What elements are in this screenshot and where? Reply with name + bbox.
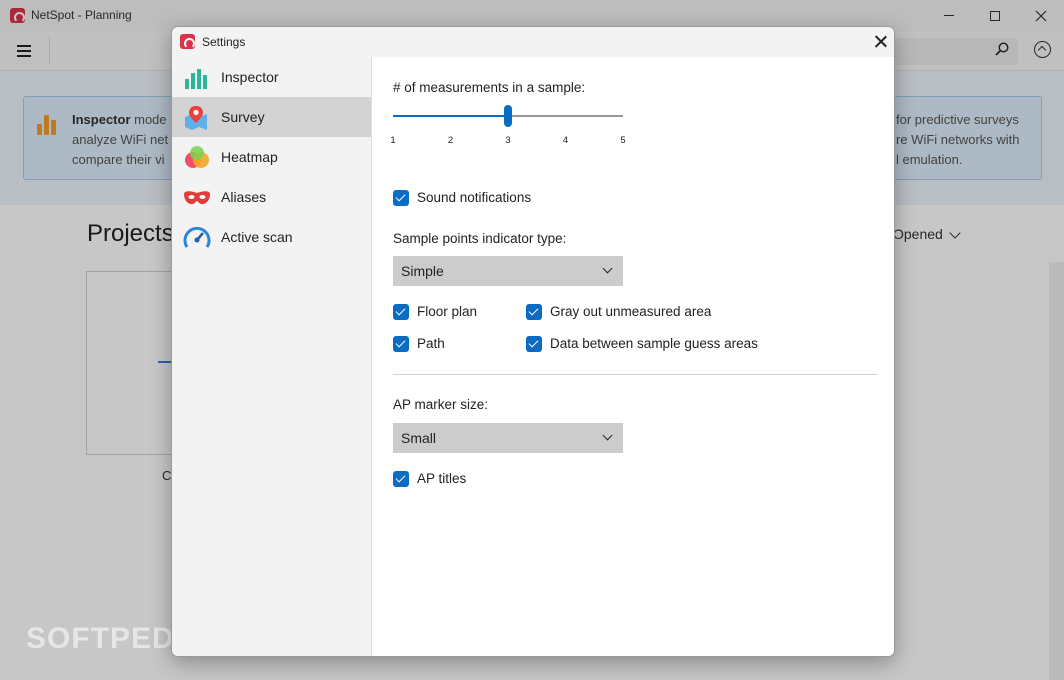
nav-label: Inspector — [221, 69, 279, 85]
aliases-mask-icon — [184, 191, 210, 205]
survey-map-pin-icon — [185, 106, 207, 130]
indicator-type-label: Sample points indicator type: — [393, 231, 567, 246]
settings-nav: Inspector Survey Heatmap Aliases Active … — [172, 57, 372, 656]
gray-out-label: Gray out unmeasured area — [550, 304, 712, 319]
indicator-type-select[interactable]: Simple — [393, 256, 623, 286]
nav-item-active-scan[interactable]: Active scan — [172, 217, 371, 257]
inspector-bars-icon — [185, 69, 207, 89]
ap-titles-label: AP titles — [417, 471, 467, 486]
settings-dialog: Settings Inspector Survey Heatmap Aliase… — [171, 26, 895, 657]
data-between-label: Data between sample guess areas — [550, 336, 758, 351]
data-between-checkbox[interactable] — [526, 336, 542, 352]
ap-titles-checkbox[interactable] — [393, 471, 409, 487]
dialog-title: Settings — [202, 35, 246, 49]
nav-item-aliases[interactable]: Aliases — [172, 177, 371, 217]
path-label: Path — [417, 336, 445, 351]
chevron-down-icon — [602, 263, 613, 274]
nav-label: Survey — [221, 109, 265, 125]
nav-label: Active scan — [221, 229, 293, 245]
dialog-titlebar: Settings — [172, 27, 894, 57]
nav-item-survey[interactable]: Survey — [172, 97, 371, 137]
active-scan-gauge-icon — [183, 226, 211, 248]
ap-marker-size-select[interactable]: Small — [393, 423, 623, 453]
ap-marker-size-value: Small — [401, 430, 437, 446]
nav-item-heatmap[interactable]: Heatmap — [172, 137, 371, 177]
measurements-slider-thumb[interactable] — [504, 105, 512, 127]
indicator-type-value: Simple — [401, 263, 444, 279]
nav-label: Heatmap — [221, 149, 278, 165]
nav-item-inspector[interactable]: Inspector — [172, 57, 371, 97]
measurements-slider-fill — [393, 115, 508, 117]
ap-marker-size-label: AP marker size: — [393, 397, 489, 412]
chevron-down-icon — [602, 430, 613, 441]
section-divider — [393, 374, 877, 375]
gray-out-checkbox[interactable] — [526, 304, 542, 320]
measurements-label: # of measurements in a sample: — [393, 80, 586, 95]
slider-tick-label: 2 — [447, 135, 454, 146]
slider-tick-label: 3 — [505, 135, 511, 146]
heatmap-blobs-icon — [185, 146, 209, 168]
netspot-app-icon — [180, 34, 195, 49]
floor-plan-checkbox[interactable] — [393, 304, 409, 320]
dialog-close-button[interactable] — [872, 33, 890, 51]
sound-notifications-label: Sound notifications — [417, 190, 532, 205]
slider-tick-label: 1 — [390, 135, 396, 146]
survey-settings-panel: # of measurements in a sample: 1 2 3 4 5 Sou… — [373, 57, 894, 656]
path-checkbox[interactable] — [393, 336, 409, 352]
slider-tick-label: 4 — [562, 135, 569, 146]
sound-notifications-checkbox[interactable] — [393, 190, 409, 206]
floor-plan-label: Floor plan — [417, 304, 478, 319]
nav-label: Aliases — [221, 189, 267, 205]
slider-tick-label: 5 — [620, 135, 626, 146]
